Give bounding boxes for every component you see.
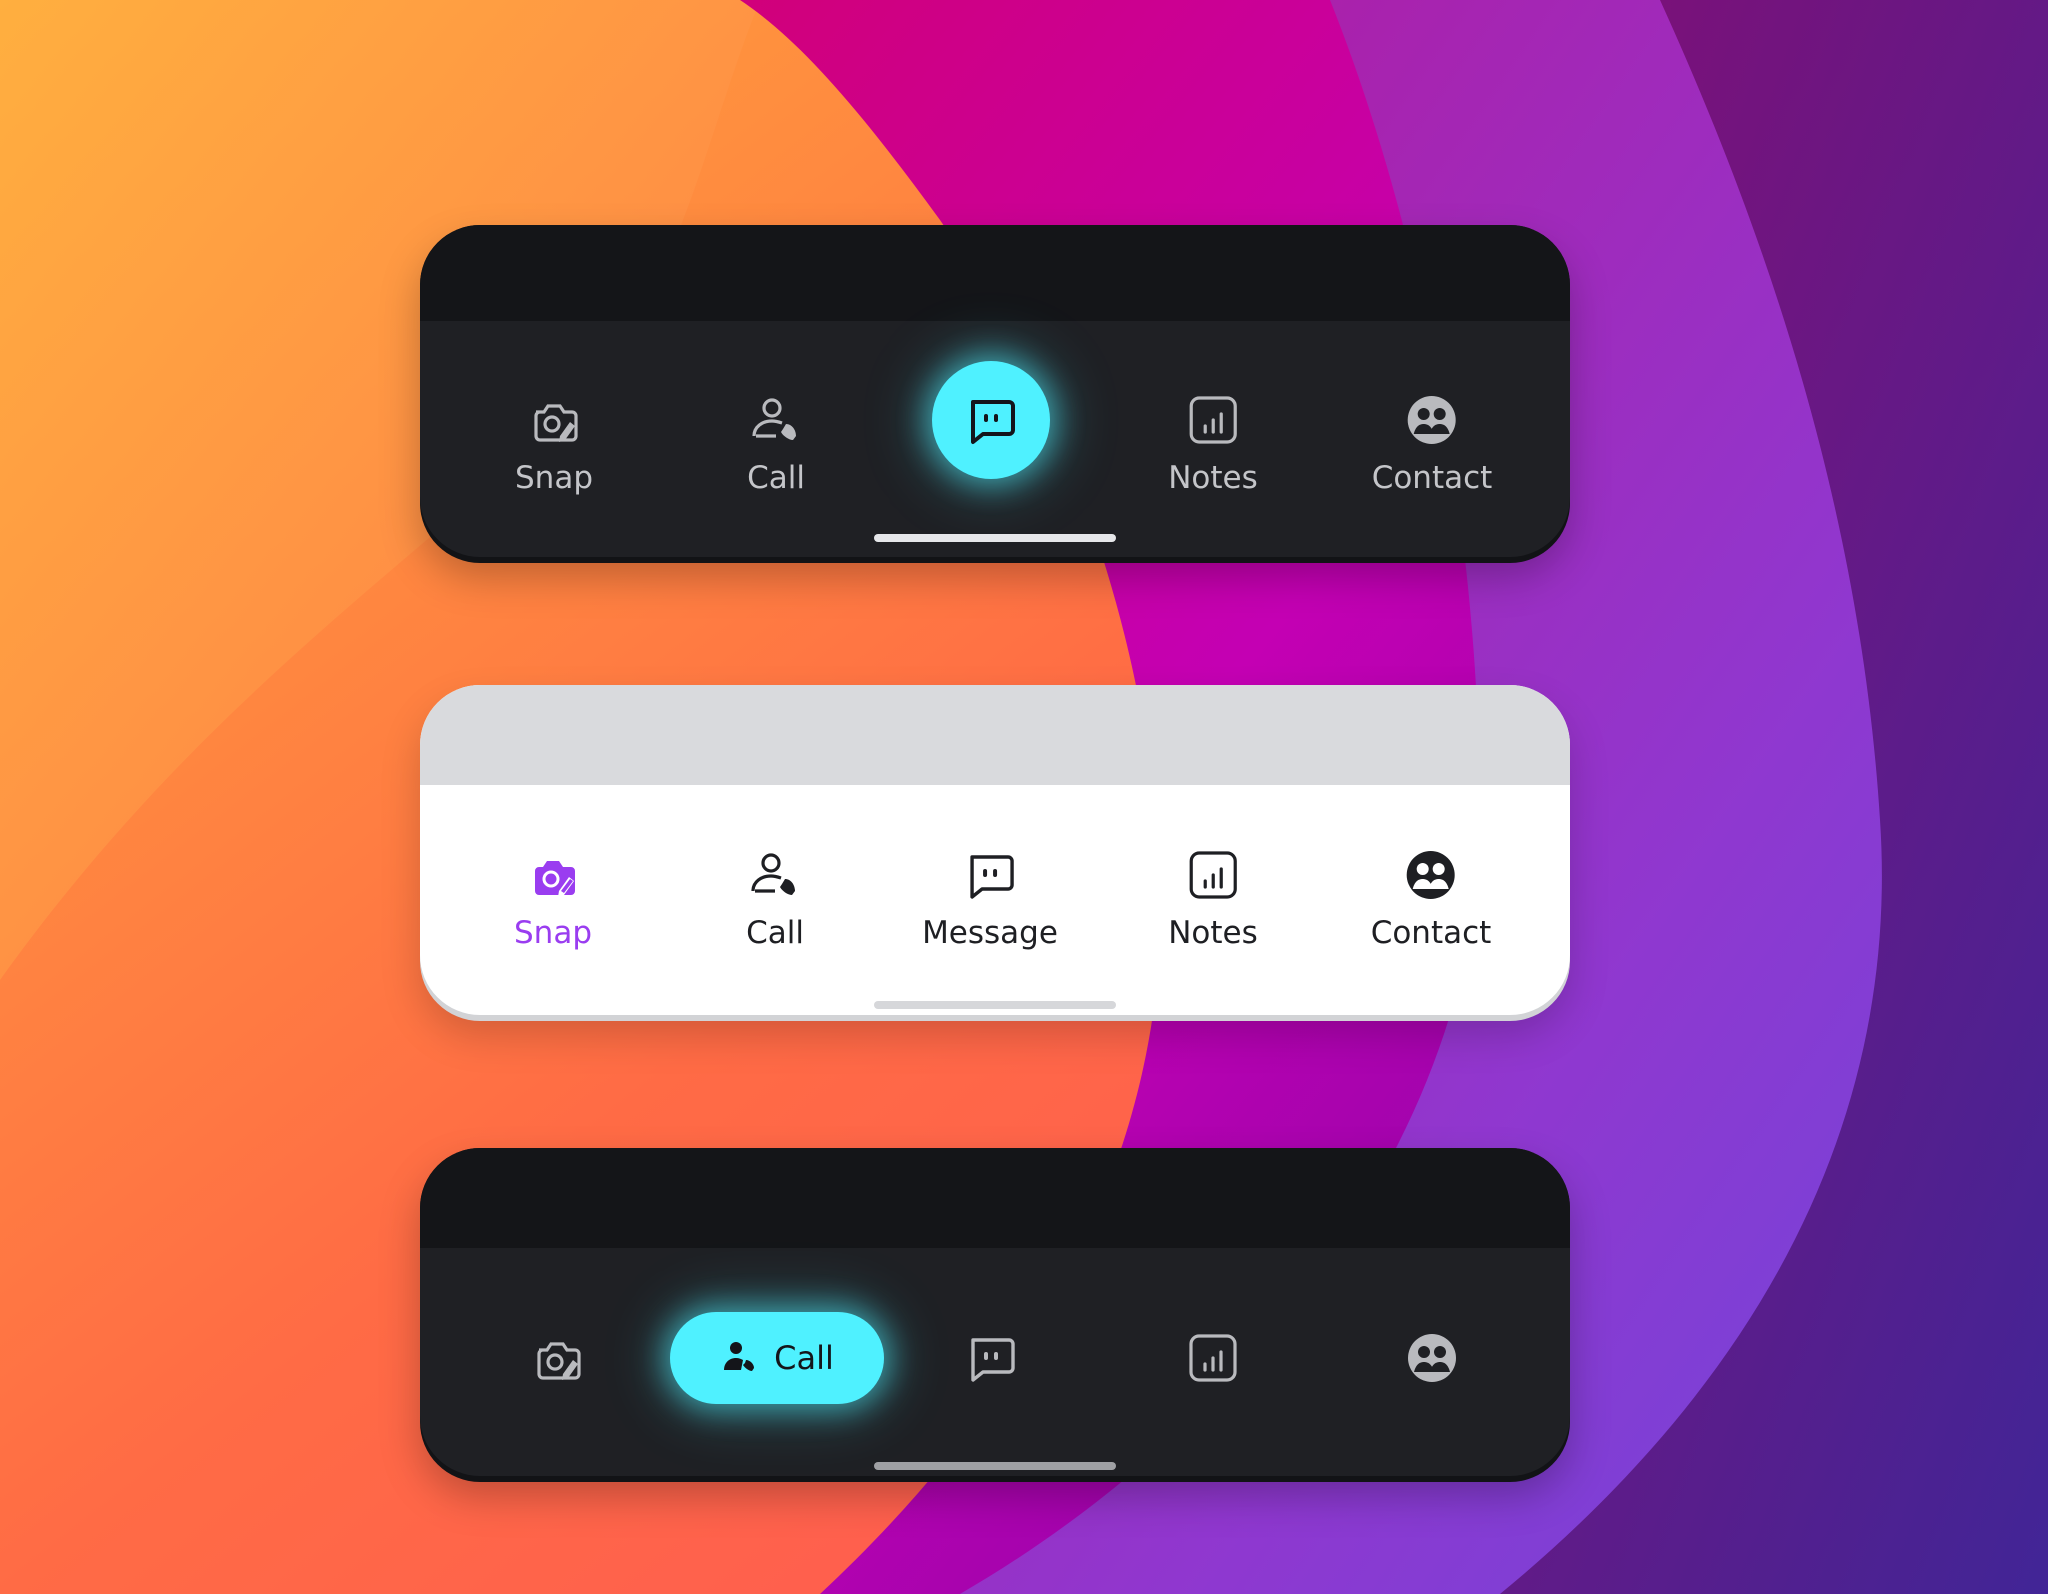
tab-label: Snap <box>515 460 593 496</box>
user-phone-icon <box>745 845 805 905</box>
status-strip <box>420 225 1570 321</box>
tab-snap[interactable] <box>527 1328 587 1388</box>
users-circle-icon <box>1402 1328 1462 1388</box>
home-indicator <box>874 1462 1116 1470</box>
tab-label: Call <box>746 915 804 951</box>
tab-label: Notes <box>1168 460 1258 496</box>
message-square-icon <box>961 1328 1021 1388</box>
tab-bar-light: Snap Call Message Notes Contact <box>420 685 1570 1015</box>
status-strip <box>420 1148 1570 1248</box>
tab-call[interactable]: Call <box>745 845 805 951</box>
tab-contact[interactable] <box>1402 1328 1462 1388</box>
tab-label: Contact <box>1370 915 1492 951</box>
tab-call-pill[interactable]: Call <box>670 1312 884 1404</box>
tab-notes[interactable]: Notes <box>1168 845 1258 951</box>
user-phone-icon <box>746 390 806 450</box>
tab-label: Contact <box>1371 460 1493 496</box>
home-indicator <box>874 534 1116 542</box>
tab-label: Snap <box>514 915 592 951</box>
tab-label: Call <box>747 460 805 496</box>
home-indicator <box>874 1001 1116 1009</box>
tab-bar-dark-fab: Snap Call Notes Contact <box>420 225 1570 557</box>
camera-edit-icon <box>527 1328 587 1388</box>
bar-chart-square-icon <box>1183 390 1243 450</box>
tab-notes[interactable] <box>1183 1328 1243 1388</box>
camera-edit-icon <box>524 390 584 450</box>
message-square-icon <box>959 388 1023 452</box>
user-phone-icon <box>720 1338 760 1378</box>
camera-edit-icon <box>523 845 583 905</box>
tab-bar-dark-pill: Call <box>420 1148 1570 1476</box>
tab-contact[interactable]: Contact <box>1371 390 1493 496</box>
message-square-icon <box>960 845 1020 905</box>
tab-message[interactable] <box>961 1328 1021 1388</box>
tab-label: Message <box>922 915 1058 951</box>
tab-message[interactable]: Message <box>922 845 1058 951</box>
users-circle-icon <box>1402 390 1462 450</box>
tab-label: Call <box>774 1339 834 1377</box>
tab-message-fab[interactable] <box>932 361 1050 479</box>
tab-snap[interactable]: Snap <box>515 390 593 496</box>
bar-chart-square-icon <box>1183 845 1243 905</box>
tab-notes[interactable]: Notes <box>1168 390 1258 496</box>
tab-label: Notes <box>1168 915 1258 951</box>
users-circle-icon <box>1401 845 1461 905</box>
tab-call[interactable]: Call <box>746 390 806 496</box>
status-strip <box>420 685 1570 785</box>
tab-contact[interactable]: Contact <box>1370 845 1492 951</box>
bar-chart-square-icon <box>1183 1328 1243 1388</box>
tab-snap[interactable]: Snap <box>514 845 592 951</box>
